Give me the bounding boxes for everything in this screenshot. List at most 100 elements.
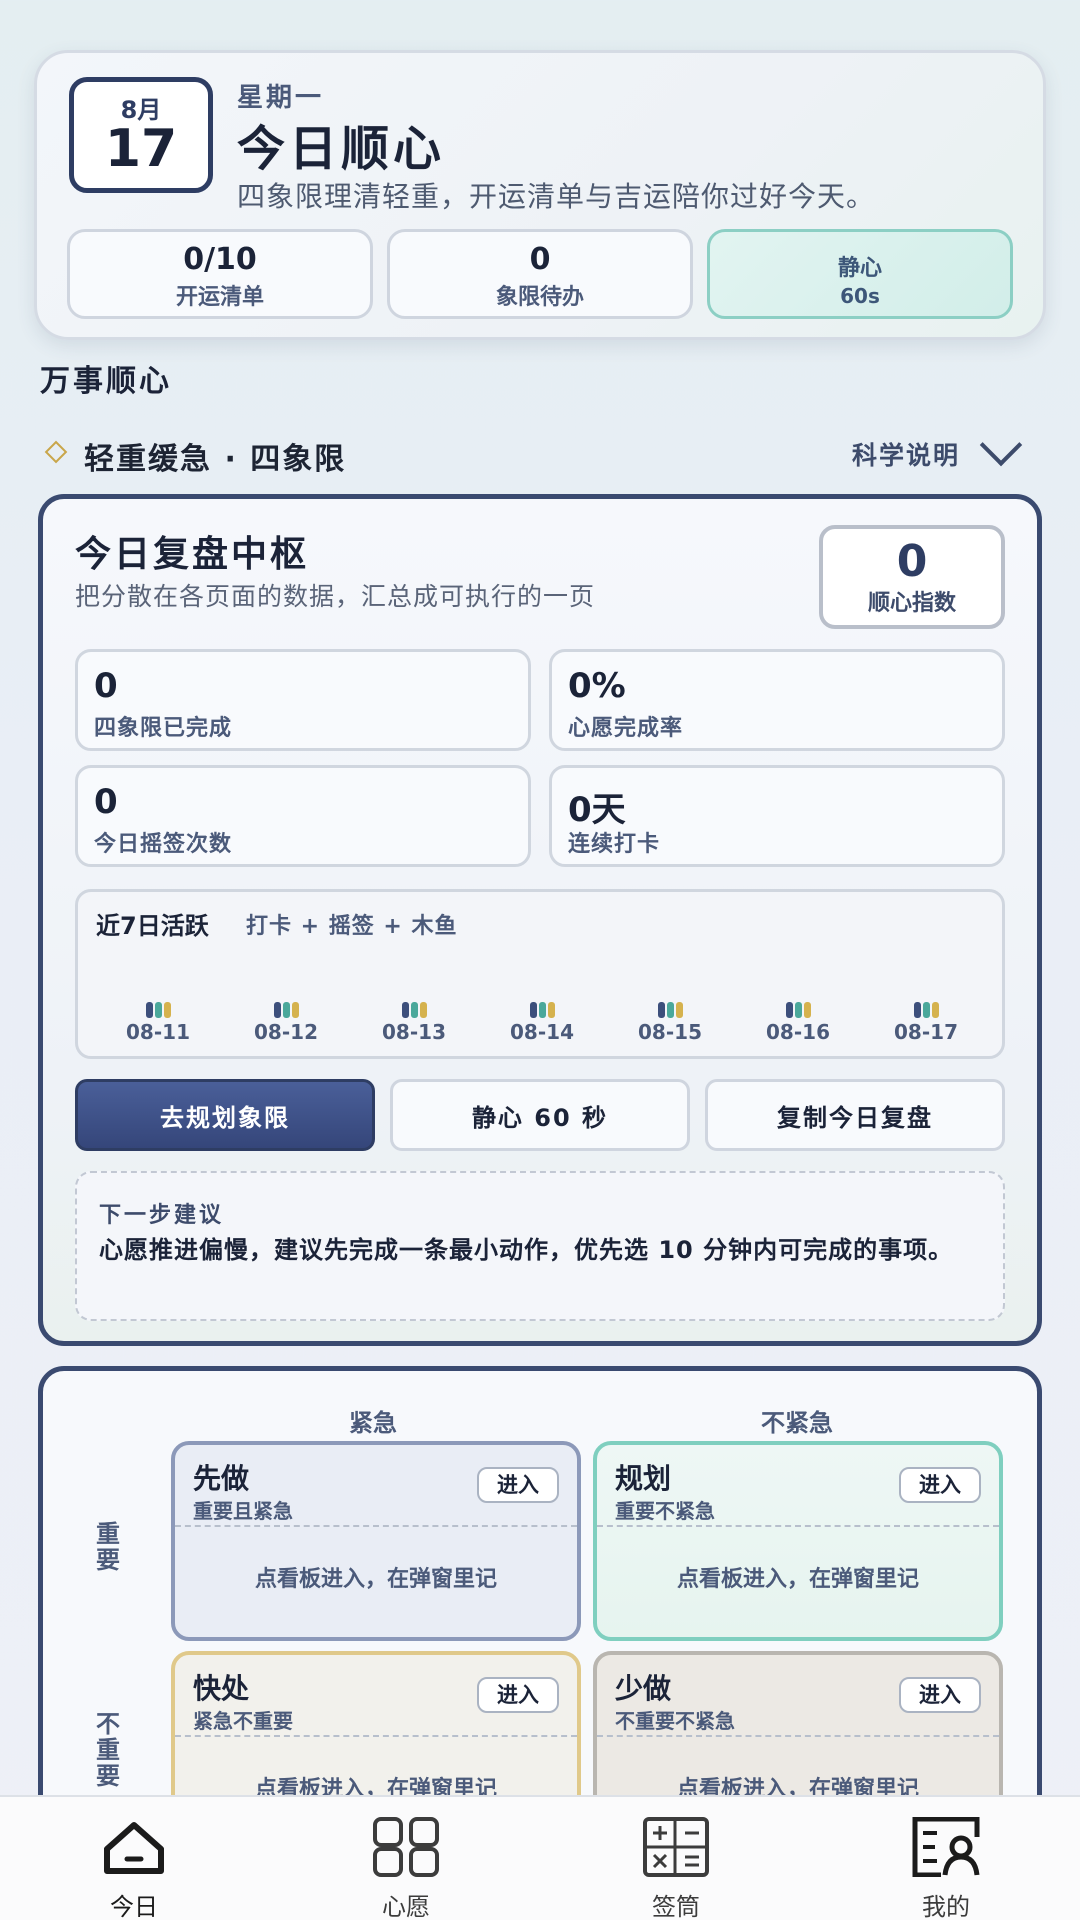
calm-button[interactable]: 静心 60s bbox=[707, 229, 1013, 319]
fortune-list-button[interactable]: 0/10 开运清单 bbox=[67, 229, 373, 319]
metric-value: 0 bbox=[94, 666, 118, 706]
enter-button[interactable]: 进入 bbox=[899, 1677, 981, 1713]
calm-label: 静心 bbox=[837, 256, 882, 281]
metric-label: 四象限已完成 bbox=[94, 716, 233, 741]
activity-day-label: 08-12 bbox=[254, 1020, 318, 1044]
diamond-icon bbox=[44, 440, 68, 464]
main-scroll[interactable]: 8月 17 星期一 今日顺心 四象限理清轻重，开运清单与吉运陪你过好今天。 0/… bbox=[0, 0, 1080, 1795]
calculator-icon bbox=[643, 1817, 709, 1877]
profile-icon bbox=[912, 1816, 980, 1878]
suggestion-title: 下一步建议 bbox=[99, 1203, 225, 1228]
smooth-index-label: 顺心指数 bbox=[867, 591, 956, 616]
page-title: 今日顺心 bbox=[237, 121, 446, 177]
quadrant-section-title: 轻重缓急 · 四象限 bbox=[84, 442, 347, 477]
activity-bars bbox=[876, 1002, 976, 1018]
next-step-suggestion: 下一步建议 心愿推进偏慢，建议先完成一条最小动作，优先选 10 分钟内可完成的事… bbox=[75, 1171, 1005, 1321]
col-header-urgent: 紧急 bbox=[349, 1409, 397, 1437]
bottom-nav: 今日 心愿 签筒 我的 bbox=[0, 1795, 1080, 1920]
enter-button[interactable]: 进入 bbox=[899, 1467, 981, 1503]
metric-value: 0天 bbox=[568, 790, 626, 830]
nav-item-lottery[interactable]: 签筒 bbox=[606, 1817, 746, 1920]
activity-title: 近7日活跃 bbox=[96, 912, 209, 940]
calm-60s-button[interactable]: 静心 60 秒 bbox=[390, 1079, 690, 1151]
copy-review-button[interactable]: 复制今日复盘 bbox=[705, 1079, 1005, 1151]
metric-value: 0 bbox=[94, 782, 118, 822]
eisenhower-matrix-card: 紧急 不紧急 重要 不重要 先做 重要且紧急 进入 点看板进入，在弹窗里记 规划… bbox=[38, 1366, 1042, 1795]
suggestion-body: 心愿推进偏慢，建议先完成一条最小动作，优先选 10 分钟内可完成的事项。 bbox=[99, 1236, 954, 1264]
enter-button[interactable]: 进入 bbox=[477, 1677, 559, 1713]
checkin-bar bbox=[785, 1002, 793, 1018]
activity-legend: 打卡 + 摇签 + 木鱼 bbox=[246, 914, 458, 939]
row-header-not-important: 不重要 bbox=[96, 1710, 120, 1790]
review-title: 今日复盘中枢 bbox=[75, 534, 310, 575]
draw-bar bbox=[922, 1002, 930, 1018]
activity-bars bbox=[364, 1002, 464, 1018]
quadrant-hint: 点看板进入，在弹窗里记 bbox=[254, 1567, 497, 1592]
grid-icon bbox=[373, 1817, 439, 1877]
today-header-card: 8月 17 星期一 今日顺心 四象限理清轻重，开运清单与吉运陪你过好今天。 0/… bbox=[34, 50, 1046, 340]
chevron-down-icon[interactable] bbox=[979, 423, 1023, 467]
plan-quadrant-button[interactable]: 去规划象限 bbox=[75, 1079, 375, 1151]
quadrant-todo-label: 象限待办 bbox=[495, 285, 584, 310]
draw-bar bbox=[410, 1002, 418, 1018]
checkin-bar bbox=[145, 1002, 153, 1018]
nav-item-wishes[interactable]: 心愿 bbox=[336, 1817, 476, 1920]
quadrant-subtitle: 不重要不紧急 bbox=[615, 1709, 735, 1733]
activity-day-label: 08-14 bbox=[510, 1020, 574, 1044]
quadrant-subtitle: 重要且紧急 bbox=[193, 1499, 293, 1523]
weekly-activity-panel: 近7日活跃 打卡 + 摇签 + 木鱼 08-11 08-12 08-13 08-14 0… bbox=[75, 889, 1005, 1059]
nav-item-profile[interactable]: 我的 bbox=[876, 1816, 1016, 1920]
checkin-bar bbox=[913, 1002, 921, 1018]
fish-bar bbox=[163, 1002, 171, 1018]
divider bbox=[597, 1525, 999, 1527]
activity-day-label: 08-13 bbox=[382, 1020, 446, 1044]
quadrant-subtitle: 紧急不重要 bbox=[193, 1709, 293, 1733]
checkin-bar bbox=[529, 1002, 537, 1018]
nav-item-today[interactable]: 今日 bbox=[64, 1817, 204, 1920]
draw-bar bbox=[154, 1002, 162, 1018]
row-header-important: 重要 bbox=[96, 1520, 120, 1574]
date-badge: 8月 17 bbox=[69, 77, 213, 193]
activity-bars bbox=[492, 1002, 592, 1018]
enter-button[interactable]: 进入 bbox=[477, 1467, 559, 1503]
fortune-list-label: 开运清单 bbox=[175, 285, 264, 310]
col-header-not-urgent: 不紧急 bbox=[761, 1409, 833, 1437]
nav-label: 签筒 bbox=[652, 1893, 700, 1920]
quadrant-todo-button[interactable]: 0 象限待办 bbox=[387, 229, 693, 319]
calm-duration: 60s bbox=[840, 284, 880, 308]
nav-label: 我的 bbox=[922, 1893, 970, 1920]
activity-day: 08-17 bbox=[876, 1002, 976, 1044]
checkin-bar bbox=[657, 1002, 665, 1018]
draw-bar bbox=[794, 1002, 802, 1018]
draw-bar bbox=[666, 1002, 674, 1018]
fortune-list-count: 0/10 bbox=[183, 242, 257, 277]
fish-bar bbox=[931, 1002, 939, 1018]
quadrant-title: 快处 bbox=[193, 1672, 250, 1705]
activity-bars bbox=[748, 1002, 848, 1018]
nav-label: 心愿 bbox=[382, 1893, 430, 1920]
draw-bar bbox=[538, 1002, 546, 1018]
quadrant-do-less[interactable]: 少做 不重要不紧急 进入 点看板进入，在弹窗里记 bbox=[593, 1651, 1003, 1795]
divider bbox=[597, 1735, 999, 1737]
metric-label: 心愿完成率 bbox=[568, 716, 684, 741]
smooth-index-value: 0 bbox=[896, 536, 928, 587]
quadrant-do-first[interactable]: 先做 重要且紧急 进入 点看板进入，在弹窗里记 bbox=[171, 1441, 581, 1641]
metric-label: 今日摇签次数 bbox=[94, 832, 233, 857]
checkin-bar bbox=[401, 1002, 409, 1018]
metric-wish-rate: 0% 心愿完成率 bbox=[549, 649, 1005, 751]
activity-day: 08-12 bbox=[236, 1002, 336, 1044]
activity-day: 08-13 bbox=[364, 1002, 464, 1044]
fish-bar bbox=[547, 1002, 555, 1018]
nav-label: 今日 bbox=[110, 1893, 158, 1920]
date-day: 17 bbox=[104, 119, 178, 179]
fish-bar bbox=[803, 1002, 811, 1018]
science-explain-link[interactable]: 科学说明 bbox=[852, 436, 960, 472]
quadrant-hint: 点看板进入，在弹窗里记 bbox=[254, 1777, 497, 1795]
fish-bar bbox=[419, 1002, 427, 1018]
quadrant-plan[interactable]: 规划 重要不紧急 进入 点看板进入，在弹窗里记 bbox=[593, 1441, 1003, 1641]
activity-day-label: 08-15 bbox=[638, 1020, 702, 1044]
quadrant-title: 少做 bbox=[615, 1672, 672, 1705]
metric-draw-count: 0 今日摇签次数 bbox=[75, 765, 531, 867]
quadrant-quick-handle[interactable]: 快处 紧急不重要 进入 点看板进入，在弹窗里记 bbox=[171, 1651, 581, 1795]
activity-day: 08-16 bbox=[748, 1002, 848, 1044]
